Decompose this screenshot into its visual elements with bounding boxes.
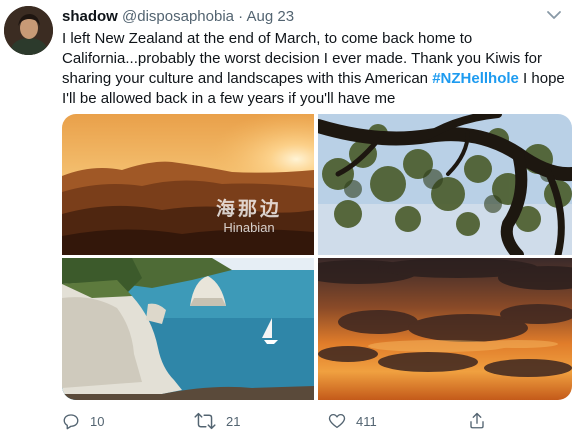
reply-button[interactable]: 10 xyxy=(62,410,104,432)
retweet-icon[interactable] xyxy=(194,412,226,430)
share-button[interactable] xyxy=(468,410,496,432)
like-count: 411 xyxy=(356,413,377,429)
retweet-count: 21 xyxy=(226,413,241,429)
hashtag-link[interactable]: #NZHellhole xyxy=(432,70,519,87)
share-icon[interactable] xyxy=(468,412,496,430)
user-handle[interactable]: @disposaphobia xyxy=(122,8,234,25)
like-button[interactable]: 411 xyxy=(328,410,377,432)
display-name[interactable]: shadow xyxy=(62,8,118,25)
media-grid: 海那边 Hinabian xyxy=(62,114,572,400)
tweet-header: shadow @disposaphobia · Aug 23 xyxy=(62,7,294,27)
reply-icon[interactable] xyxy=(62,412,90,430)
cloudy-sunset-photo[interactable] xyxy=(318,258,572,400)
separator-dot: · xyxy=(238,8,244,25)
tweet[interactable]: shadow @disposaphobia · Aug 23 I left Ne… xyxy=(0,0,581,435)
tweet-date[interactable]: Aug 23 xyxy=(247,8,295,25)
coastal-cliffs-photo[interactable] xyxy=(62,258,314,400)
chevron-down-icon[interactable] xyxy=(543,8,565,22)
tree-branches-photo[interactable] xyxy=(318,114,572,255)
reply-count: 10 xyxy=(90,413,105,429)
retweet-button[interactable]: 21 xyxy=(194,410,240,432)
tweet-actions: 10 21 411 xyxy=(62,410,562,432)
sunset-hills-photo[interactable]: 海那边 Hinabian xyxy=(62,114,314,255)
tweet-text: I left New Zealand at the end of March, … xyxy=(62,29,572,109)
avatar[interactable] xyxy=(4,6,53,55)
like-icon[interactable] xyxy=(328,412,356,430)
